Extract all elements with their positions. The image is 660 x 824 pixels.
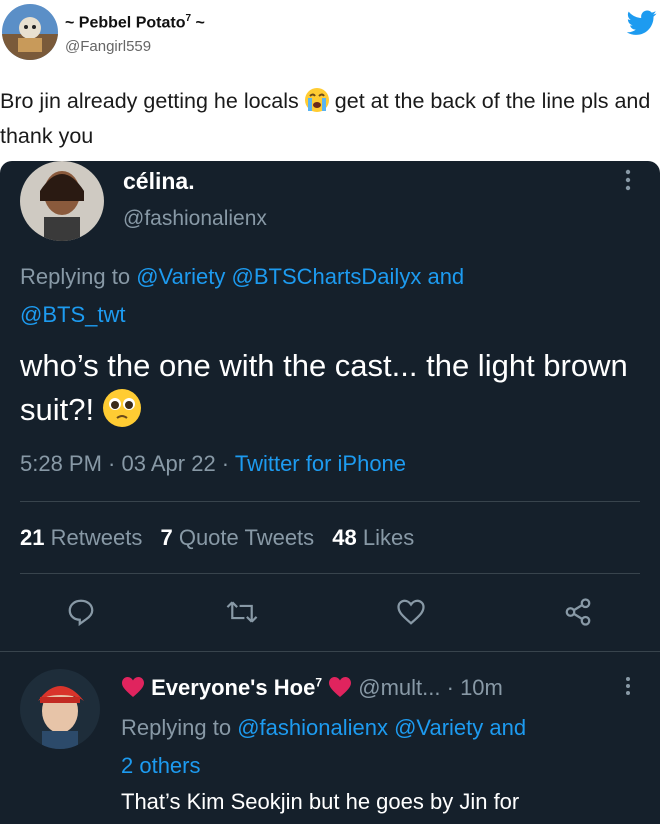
source-link[interactable]: Twitter for iPhone bbox=[235, 451, 406, 476]
reply-icon[interactable] bbox=[66, 597, 96, 627]
mention-link[interactable]: @fashionalienx bbox=[237, 715, 388, 740]
timestamp[interactable]: 10m bbox=[460, 675, 503, 700]
handle[interactable]: @mult... bbox=[358, 675, 440, 700]
outer-tweet-header: ~ Pebbel Potato7 ~ @Fangirl559 bbox=[0, 0, 660, 70]
replying-to: Replying to @Variety @BTSChartsDailyx an… bbox=[20, 264, 465, 327]
heart-icon bbox=[122, 677, 144, 697]
reply-text: That’s Kim Seokjin but he goes by Jin fo… bbox=[121, 789, 520, 814]
quotes-stat[interactable]: 7 Quote Tweets bbox=[160, 525, 326, 550]
tweet-text: Bro jin already getting he locals get at … bbox=[0, 87, 651, 148]
display-name[interactable]: célina. bbox=[123, 168, 195, 195]
quoted-tweet[interactable]: célina. @fashionalienx Replying to @Vari… bbox=[0, 161, 660, 824]
share-icon[interactable] bbox=[562, 597, 594, 627]
twitter-bird-icon[interactable] bbox=[627, 10, 657, 36]
tweet-text: who’s the one with the cast... the light… bbox=[20, 344, 650, 440]
handle[interactable]: @fashionalienx bbox=[123, 207, 267, 231]
avatar[interactable] bbox=[2, 4, 58, 60]
handle[interactable]: @Fangirl559 bbox=[65, 38, 151, 55]
avatar[interactable] bbox=[20, 161, 104, 241]
retweets-stat[interactable]: 21 Retweets bbox=[20, 525, 154, 550]
divider bbox=[20, 501, 640, 502]
pleading-face-emoji bbox=[102, 388, 142, 440]
reply-header: Everyone's Hoe7 @mult... · 10m bbox=[121, 675, 503, 701]
heart-icon bbox=[329, 677, 352, 697]
likes-stat[interactable]: 48 Likes bbox=[332, 525, 414, 550]
divider bbox=[0, 651, 660, 652]
crying-face-emoji bbox=[303, 87, 331, 121]
like-icon[interactable] bbox=[396, 597, 426, 627]
display-name[interactable]: ~ Pebbel Potato7 ~ bbox=[65, 13, 205, 32]
more-icon[interactable] bbox=[624, 167, 632, 193]
tweet-stats: 21 Retweets 7 Quote Tweets 48 Likes bbox=[20, 525, 414, 551]
tweet-meta: 5:28 PM · 03 Apr 22 · Twitter for iPhone bbox=[20, 451, 407, 476]
more-icon[interactable] bbox=[624, 675, 632, 697]
mention-link[interactable]: @BTS_twt bbox=[20, 302, 125, 327]
mention-link[interactable]: @Variety bbox=[136, 264, 225, 289]
display-name[interactable]: Everyone's Hoe7 bbox=[151, 675, 322, 700]
mention-link[interactable]: @BTSChartsDailyx bbox=[232, 264, 422, 289]
others-link[interactable]: 2 others bbox=[121, 753, 201, 778]
retweet-icon[interactable] bbox=[225, 597, 259, 627]
replying-to: Replying to @fashionalienx @Variety and … bbox=[121, 715, 527, 778]
divider bbox=[20, 573, 640, 574]
mention-link[interactable]: @Variety bbox=[394, 715, 483, 740]
avatar[interactable] bbox=[20, 669, 100, 749]
